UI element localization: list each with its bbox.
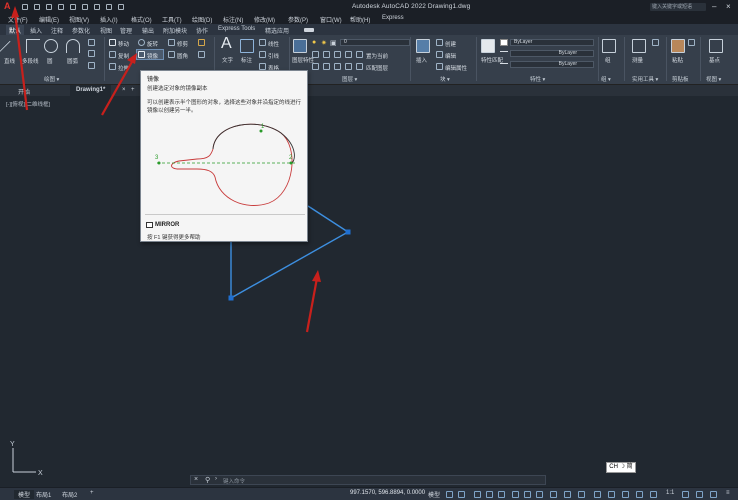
selection-cycling-icon[interactable] bbox=[564, 491, 571, 498]
tooltip-illustration: 1 2 3 bbox=[155, 123, 297, 206]
cursor-coordinates: 997.1570, 596.8894, 0.0000 bbox=[350, 490, 426, 496]
close-command-icon[interactable]: × bbox=[194, 476, 198, 483]
layout-tab-1[interactable]: 布局1 bbox=[36, 490, 51, 499]
snap-tracking-icon[interactable] bbox=[524, 491, 531, 498]
canvas-overlay: X Y bbox=[10, 6, 351, 480]
transparency-icon[interactable] bbox=[550, 491, 557, 498]
tooltip-divider bbox=[145, 214, 305, 215]
layout-tab-2[interactable]: 布局2 bbox=[62, 490, 77, 499]
annotation-visibility-icon[interactable] bbox=[636, 491, 643, 498]
ortho-icon[interactable] bbox=[474, 491, 481, 498]
polar-icon[interactable] bbox=[486, 491, 493, 498]
annotation-scale[interactable]: 1:1 bbox=[666, 490, 674, 496]
label-3: 3 bbox=[155, 155, 159, 161]
mirror-tooltip: 镜像 创建选定对象的镜像副本 可以创建表示半个图形的对象，选择这些对象并沿指定的… bbox=[140, 70, 308, 242]
command-icon bbox=[146, 222, 153, 228]
isolate-objects-icon[interactable] bbox=[696, 491, 703, 498]
selection-filter-icon[interactable] bbox=[608, 491, 615, 498]
tooltip-subtitle: 创建选定对象的镜像副本 bbox=[147, 86, 208, 92]
dynamic-ucs-icon[interactable] bbox=[594, 491, 601, 498]
annotation-arrow bbox=[305, 270, 321, 333]
tooltip-title: 镜像 bbox=[147, 77, 160, 83]
ime-indicator[interactable]: CH ☽ 简 bbox=[606, 462, 636, 473]
status-bar: 模型 布局1 布局2 + 997.1570, 596.8894, 0.0000 … bbox=[0, 487, 738, 500]
clean-screen-icon[interactable] bbox=[710, 491, 717, 498]
tooltip-description: 可以创建表示半个图形的对象，选择这些对象并沿指定的线进行镜像以创建另一半。 bbox=[147, 100, 302, 114]
annotation-arrow bbox=[101, 53, 137, 116]
tooltip-help: 按 F1 键获得更多帮助 bbox=[147, 235, 201, 241]
lineweight-toggle-icon[interactable] bbox=[536, 491, 543, 498]
tooltip-command: MIRROR bbox=[155, 222, 180, 228]
gizmo-icon[interactable] bbox=[622, 491, 629, 498]
grip-point[interactable] bbox=[345, 229, 351, 235]
label-1: 1 bbox=[261, 124, 265, 130]
customize-icon[interactable]: ⚲ bbox=[205, 476, 210, 484]
recent-commands-icon[interactable]: › bbox=[215, 476, 217, 482]
isodraft-icon[interactable] bbox=[498, 491, 505, 498]
add-layout-button[interactable]: + bbox=[90, 490, 94, 496]
ucs-x-label: X bbox=[38, 470, 43, 477]
snap-icon[interactable] bbox=[458, 491, 465, 498]
annotation-arrow bbox=[11, 6, 29, 111]
grip-point[interactable] bbox=[228, 295, 234, 301]
ucs-y-label: Y bbox=[10, 441, 15, 448]
object-snap-icon[interactable] bbox=[512, 491, 519, 498]
layout-tab-model[interactable]: 模型 bbox=[14, 490, 35, 499]
customization-menu-icon[interactable]: ≡ bbox=[726, 490, 730, 496]
command-line[interactable]: × ⚲ › 键入命令 bbox=[190, 475, 546, 485]
model-space-toggle[interactable]: 模型 bbox=[428, 490, 440, 499]
command-input[interactable]: 键入命令 bbox=[223, 477, 245, 485]
workspace-gear-icon[interactable] bbox=[682, 491, 689, 498]
ucs-icon bbox=[12, 448, 36, 473]
annotation-scale-icon[interactable] bbox=[650, 491, 657, 498]
grid-icon[interactable] bbox=[446, 491, 453, 498]
3d-osnap-icon[interactable] bbox=[578, 491, 585, 498]
